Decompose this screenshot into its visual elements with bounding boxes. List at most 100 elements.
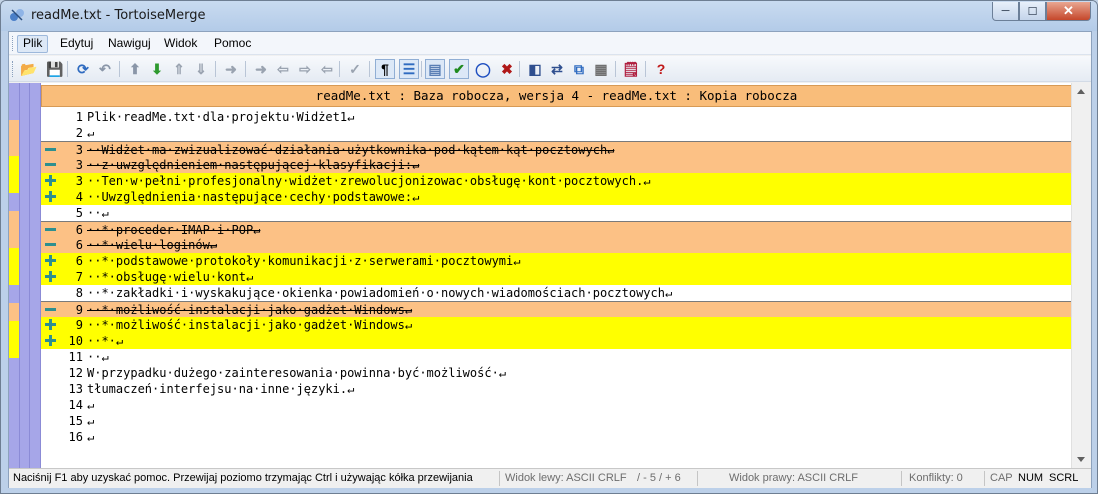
line-number: 4 [75, 190, 83, 204]
menubar-grip[interactable] [12, 36, 15, 51]
scroll-down-icon[interactable] [1077, 457, 1085, 462]
scroll-up-icon[interactable] [1077, 89, 1085, 94]
use-right-file-button[interactable]: ⇦ [317, 59, 337, 79]
undo-button[interactable]: ↶ [95, 59, 115, 79]
prev-difference-button[interactable]: ⬆ [125, 59, 145, 79]
menu-bar: Plik Edytuj Nawiguj Widok Pomoc [9, 32, 1091, 55]
location-bar-segment [9, 376, 19, 395]
open-button[interactable]: 📂 [19, 59, 39, 79]
location-bar-segment [9, 248, 19, 267]
status-right-view: Widok prawy: ASCII CRLF [729, 472, 858, 484]
text-view[interactable]: readMe.txt : Baza robocza, wersja 4 - re… [41, 83, 1072, 468]
toolbar-separator [215, 61, 216, 77]
diff-line-normal[interactable]: 16 ↵ [41, 429, 1072, 445]
line-number: 10 [68, 334, 83, 348]
maximize-button[interactable]: ☐ [1019, 2, 1046, 21]
title-bar[interactable]: readMe.txt - TortoiseMerge ─ ☐ ✕ [1, 1, 1097, 31]
save-button[interactable]: 💾 [45, 59, 65, 79]
diff-line-removed[interactable]: 3 ··Widżet·ma·zwizualizować·działania·uży… [41, 141, 1072, 157]
diff-line-removed[interactable]: 6 ··*·wielu·loginów↵ [41, 237, 1072, 253]
location-bar-segment [9, 413, 19, 432]
two-pane-view-button[interactable]: ◧ [525, 59, 545, 79]
swap-views-button[interactable]: ⇄ [547, 59, 567, 79]
reload-button[interactable]: ⟳ [73, 59, 93, 79]
toolbar-grip[interactable] [12, 61, 15, 77]
menu-nawiguj[interactable]: Nawiguj [103, 35, 156, 53]
use-right-block-button[interactable]: ⇨ [295, 59, 315, 79]
create-patch-icon: ⧉ [574, 60, 584, 77]
diff-line-normal[interactable]: 13 tłumaczeń·interfejsu·na·inne·języki.↵ [41, 381, 1072, 397]
toolbar-separator [339, 61, 340, 77]
one-pane-view-button[interactable]: ▤ [425, 59, 445, 79]
diff-line-normal[interactable]: 2 ↵ [41, 125, 1072, 141]
diff-line-normal[interactable]: 8 ··*·zakładki·i·wyskakujące·okienka·powi… [41, 285, 1072, 301]
diff-line-added[interactable]: 9 ··*·możliwość·instalacji·jako·gadżet·Wi… [41, 317, 1072, 333]
menu-pomoc[interactable]: Pomoc [209, 35, 256, 53]
inline-diff-button[interactable]: ☰ [399, 59, 419, 79]
close-button[interactable]: ✕ [1046, 2, 1091, 21]
toolbar-separator [645, 61, 646, 77]
next-difference-button[interactable]: ⬇ [147, 59, 167, 79]
spellcheck-button[interactable]: ✓ [345, 59, 365, 79]
save-icon: 💾 [46, 60, 64, 77]
diff-bar-right [29, 83, 41, 468]
diff-bar-left [19, 83, 29, 468]
use-right-block-icon: ⇨ [299, 60, 311, 77]
minimize-button[interactable]: ─ [992, 2, 1019, 21]
mark-resolved-button[interactable]: ✔ [449, 59, 469, 79]
diff-line-added[interactable]: 7 ··*·obsługę·wielu·kont↵ [41, 269, 1072, 285]
window-title: readMe.txt - TortoiseMerge [31, 8, 206, 23]
line-text: ↵ [87, 398, 95, 412]
diff-line-added[interactable]: 6 ··*·podstawowe·protokoły·komunikacji·z·… [41, 253, 1072, 269]
vertical-scrollbar[interactable] [1071, 83, 1091, 468]
line-number: 1 [75, 110, 83, 124]
diff-line-normal[interactable]: 11 ··↵ [41, 349, 1072, 365]
toolbar-separator [369, 61, 370, 77]
diff-line-normal[interactable]: 14 ↵ [41, 397, 1072, 413]
diff-line-normal[interactable]: 5 ··↵ [41, 205, 1072, 221]
next-conflict-icon: ⇓ [195, 60, 207, 77]
prev-conflict-button[interactable]: ⇑ [169, 59, 189, 79]
menu-edytuj[interactable]: Edytuj [55, 35, 98, 53]
location-bar[interactable] [9, 83, 19, 468]
status-scrl: SCRL [1049, 472, 1079, 484]
line-text: ↵ [87, 126, 95, 140]
status-help-text: Naciśnij F1 aby uzyskać pomoc. Przewijaj… [13, 472, 473, 484]
menu-widok[interactable]: Widok [159, 35, 202, 53]
show-whitespace-button[interactable]: ¶ [375, 59, 395, 79]
diff-line-added[interactable]: 10 ··*·↵ [41, 333, 1072, 349]
diff-line-normal[interactable]: 1 Plik·readMe.txt·dla·projektu·Widżet1↵ [41, 109, 1072, 125]
use-left-file-button[interactable]: ⇦ [273, 59, 293, 79]
line-text: ··*·proceder·IMAP·i·POP↵ [87, 223, 261, 237]
diff-line-added[interactable]: 3 ··Ten·w·pełni·profesjonalny·widżet·zrew… [41, 173, 1072, 189]
diff-line-added[interactable]: 4 ··Uwzględnienia·następujące·cechy·podst… [41, 189, 1072, 205]
menu-plik[interactable]: Plik [17, 35, 49, 53]
diff-line-removed[interactable]: 6 ··*·proceder·IMAP·i·POP↵ [41, 221, 1072, 237]
use-left-block-button[interactable]: ➜ [251, 59, 271, 79]
create-patch-button[interactable]: ⧉ [569, 59, 589, 79]
toolbar-separator [519, 61, 520, 77]
line-number: 15 [68, 414, 83, 428]
help-button[interactable]: ? [651, 59, 671, 79]
line-text: ··↵ [87, 206, 109, 220]
toolbar-separator [421, 61, 422, 77]
use-block-button[interactable]: ➜ [221, 59, 241, 79]
diff-line-removed[interactable]: 3 ··z·uwzględnieniem·następującej·klasyfi… [41, 157, 1072, 173]
next-conflict-button[interactable]: ⇓ [191, 59, 211, 79]
line-number: 6 [75, 238, 83, 252]
location-bar-segment [9, 303, 19, 322]
diff-line-removed[interactable]: 9 ··*·możliwość·instalacji·jako·gadżet·Wi… [41, 301, 1072, 317]
settings-button[interactable]: 🗒 [621, 59, 641, 79]
diff-line-normal[interactable]: 12 W·przypadku·dużego·zainteresowania·pow… [41, 365, 1072, 381]
options-button[interactable]: ▦ [591, 59, 611, 79]
status-separator [697, 471, 698, 486]
line-number: 5 [75, 206, 83, 220]
line-text: ↵ [87, 414, 95, 428]
reload-icon: ⟳ [77, 60, 89, 77]
diff-line-normal[interactable]: 15 ↵ [41, 413, 1072, 429]
location-bar-segment [9, 83, 19, 102]
conflict-button[interactable]: ◯ [473, 59, 493, 79]
discard-button[interactable]: ✖ [497, 59, 517, 79]
line-text: ··Uwzględnienia·następujące·cechy·podsta… [87, 190, 420, 204]
line-text: ··*·możliwość·instalacji·jako·gadżet·Win… [87, 318, 413, 332]
